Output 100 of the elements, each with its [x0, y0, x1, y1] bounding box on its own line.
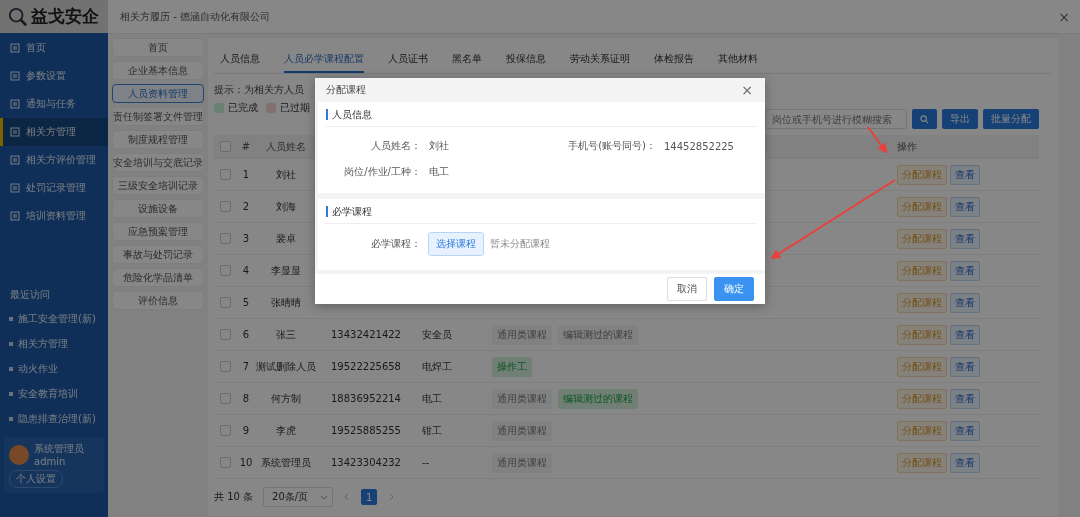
side-menu-item[interactable]: 三级安全培训记录: [112, 176, 204, 195]
view-button[interactable]: 查看: [950, 196, 980, 217]
tab[interactable]: 人员证书: [388, 46, 428, 73]
side-menu-item[interactable]: 制度规程管理: [112, 130, 204, 149]
table-cell-text: 7: [241, 361, 251, 372]
section-title: 人员信息: [326, 108, 372, 120]
search-button[interactable]: [912, 109, 937, 129]
assign-button[interactable]: 分配课程: [897, 196, 947, 217]
row-checkbox[interactable]: [219, 233, 231, 244]
assign-button[interactable]: 分配课程: [897, 452, 947, 473]
recent-item[interactable]: 动火作业: [0, 356, 108, 381]
recent-item[interactable]: 安全教育培训: [0, 381, 108, 406]
side-menu-item[interactable]: 首页: [112, 38, 204, 57]
table-cell-text: 13432421422: [330, 329, 402, 340]
table-cell-text: 电工: [421, 391, 443, 406]
page-button[interactable]: 1: [361, 489, 378, 505]
checkbox[interactable]: [219, 141, 231, 152]
view-button[interactable]: 查看: [950, 388, 980, 409]
row-checkbox[interactable]: [219, 393, 231, 404]
row-checkbox[interactable]: [219, 297, 231, 308]
avatar: [9, 444, 29, 465]
recent-item[interactable]: 隐患排查治理(新): [0, 406, 108, 431]
side-menu-item[interactable]: 责任制签署文件管理: [112, 107, 204, 126]
tab[interactable]: 体检报告: [654, 46, 694, 73]
side-menu-item[interactable]: 危险化学品清单: [112, 268, 204, 287]
view-button[interactable]: 查看: [950, 164, 980, 185]
assign-button[interactable]: 分配课程: [897, 260, 947, 281]
row-checkbox[interactable]: [219, 169, 231, 180]
row-checkbox[interactable]: [219, 201, 231, 212]
close-button[interactable]: ×: [741, 82, 753, 98]
column-header: 人员姓名: [265, 139, 307, 154]
settings-button[interactable]: 个人设置: [9, 470, 63, 488]
table-cell-text: 1: [241, 169, 251, 180]
tab[interactable]: 劳动关系证明: [570, 46, 630, 73]
table-cell-text: 18836952214: [330, 393, 402, 404]
table-cell-text: 电焊工: [421, 359, 453, 374]
view-button[interactable]: 查看: [950, 228, 980, 249]
table-cell-text: 5: [241, 297, 251, 308]
recent-item[interactable]: 施工安全管理(新): [0, 306, 108, 331]
table-cell-text: 3: [241, 233, 251, 244]
close-button[interactable]: ×: [1058, 8, 1070, 25]
confirm-button[interactable]: 确定: [714, 277, 754, 301]
nav-item[interactable]: 参数设置: [0, 62, 108, 90]
side-menu-item[interactable]: 设施设备: [112, 199, 204, 218]
select-course-button[interactable]: 选择课程: [428, 232, 484, 256]
chevron-down-icon: [320, 493, 329, 501]
table-cell-text: --: [421, 457, 431, 468]
assign-button[interactable]: 分配课程: [897, 228, 947, 249]
row-checkbox[interactable]: [219, 425, 231, 436]
cancel-button[interactable]: 取消: [667, 277, 707, 301]
assign-button[interactable]: 分配课程: [897, 388, 947, 409]
table-cell-text: 张三: [275, 327, 297, 342]
assign-button[interactable]: 分配课程: [897, 356, 947, 377]
tab[interactable]: 黑名单: [452, 46, 482, 73]
row-checkbox[interactable]: [219, 361, 231, 372]
assign-button[interactable]: 分配课程: [897, 420, 947, 441]
view-button[interactable]: 查看: [950, 420, 980, 441]
view-button[interactable]: 查看: [950, 324, 980, 345]
side-menu-item[interactable]: 安全培训与交底记录: [112, 153, 204, 172]
nav-item[interactable]: 处罚记录管理: [0, 174, 108, 202]
nav-item[interactable]: 通知与任务: [0, 90, 108, 118]
nav-item[interactable]: 相关方评价管理: [0, 146, 108, 174]
view-button[interactable]: 查看: [950, 356, 980, 377]
chevron-right-icon[interactable]: [387, 493, 396, 501]
recent-item[interactable]: 相关方管理: [0, 331, 108, 356]
tab[interactable]: 投保信息: [506, 46, 546, 73]
side-menu-item[interactable]: 企业基本信息: [112, 61, 204, 80]
toolbar-button[interactable]: 导出: [942, 109, 978, 129]
side-menu-item[interactable]: 评价信息: [112, 291, 204, 310]
page-size-select[interactable]: 20条/页: [263, 487, 334, 507]
row-checkbox[interactable]: [219, 457, 231, 468]
table-cell-text: 裴卓: [275, 231, 297, 246]
table-cell-text: 13423304232: [330, 457, 402, 468]
assign-button[interactable]: 分配课程: [897, 292, 947, 313]
nav-item[interactable]: 培训资料管理: [0, 202, 108, 230]
magnifier-logo-icon: [8, 6, 28, 27]
search-field[interactable]: 岗位或手机号进行模糊搜索: [765, 109, 907, 129]
assign-button[interactable]: 分配课程: [897, 324, 947, 345]
page-icon: [10, 127, 20, 137]
view-button[interactable]: 查看: [950, 260, 980, 281]
view-button[interactable]: 查看: [950, 452, 980, 473]
tab[interactable]: 人员信息: [220, 46, 260, 73]
table-cell-text: 李虎: [275, 423, 297, 438]
side-menu-item[interactable]: 事故与处罚记录: [112, 245, 204, 264]
nav-item[interactable]: 相关方管理: [0, 118, 108, 146]
nav-item[interactable]: 首页: [0, 34, 108, 62]
row-checkbox[interactable]: [219, 329, 231, 340]
side-menu-item[interactable]: 应急预案管理: [112, 222, 204, 241]
arrow-drawing: [867, 126, 888, 154]
page-icon: [10, 71, 20, 81]
total-count: 共 10 条: [214, 490, 254, 504]
assign-button[interactable]: 分配课程: [897, 164, 947, 185]
tab[interactable]: 人员必学课程配置: [284, 46, 364, 73]
side-menu-item[interactable]: 人员资料管理: [112, 84, 204, 103]
toolbar-button[interactable]: 批量分配: [983, 109, 1039, 129]
view-button[interactable]: 查看: [950, 292, 980, 313]
row-checkbox[interactable]: [219, 265, 231, 276]
table-cell-text: 何方制: [270, 391, 302, 406]
tab[interactable]: 其他材料: [718, 46, 758, 73]
table-cell-text: 10: [238, 457, 254, 468]
